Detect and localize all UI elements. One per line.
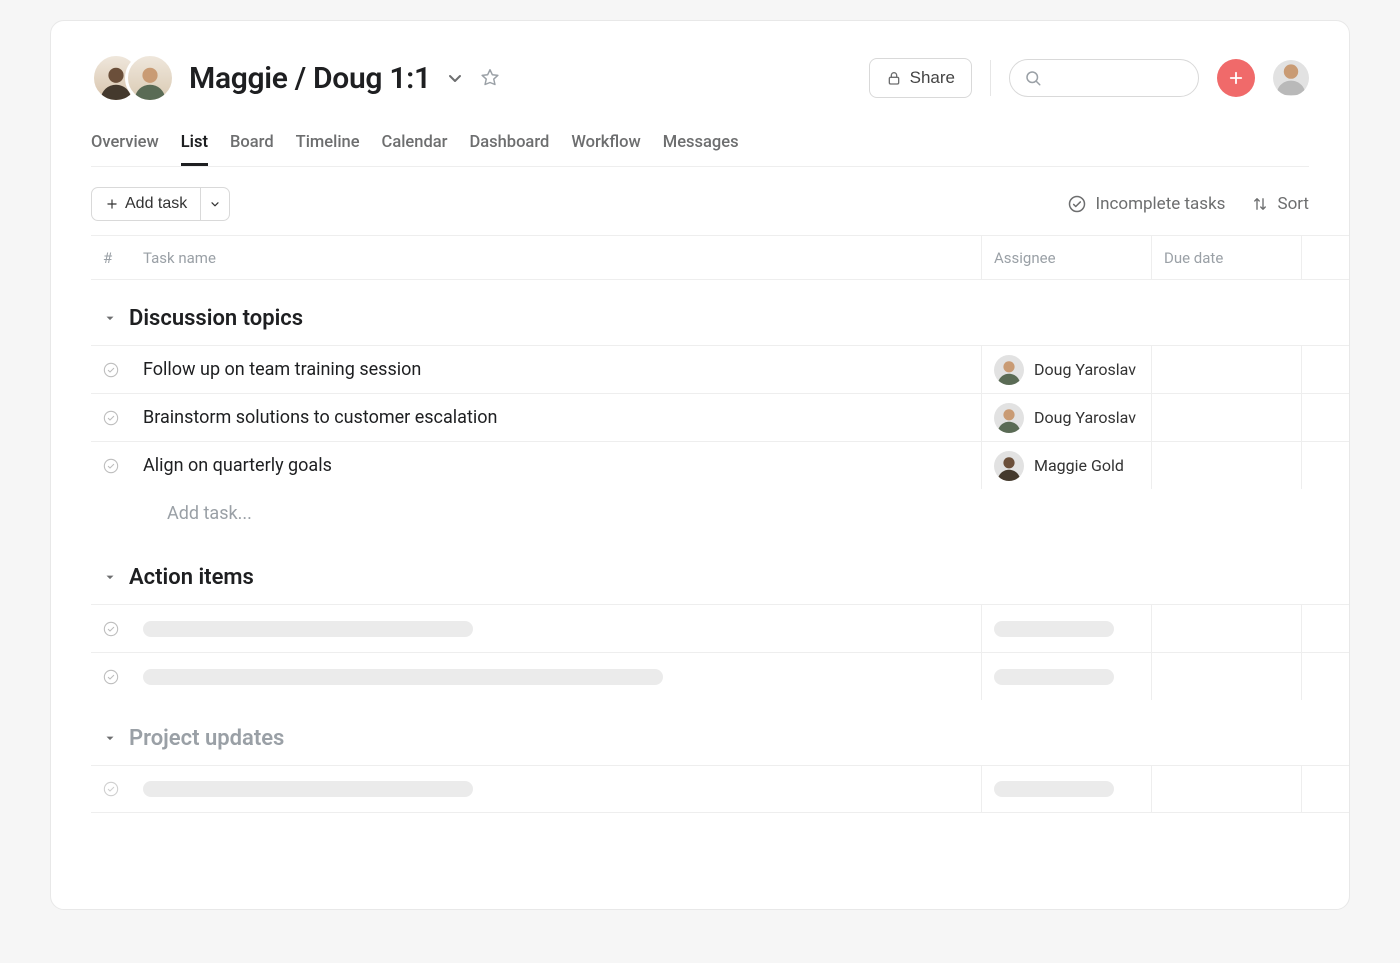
- due-date-cell: [1151, 766, 1301, 812]
- assignee-cell[interactable]: Maggie Gold: [981, 442, 1151, 489]
- project-tabs: Overview List Board Timeline Calendar Dashboa…: [91, 125, 1309, 167]
- tab-dashboard[interactable]: Dashboard: [469, 125, 549, 166]
- lock-icon: [886, 70, 902, 86]
- add-task-menu-button[interactable]: [201, 187, 230, 221]
- tab-overview[interactable]: Overview: [91, 125, 159, 166]
- assignee-avatar: [994, 451, 1024, 481]
- search-icon: [1024, 69, 1042, 87]
- task-grid: # Task name Assignee Due date Discussion…: [91, 235, 1349, 813]
- tab-calendar[interactable]: Calendar: [382, 125, 448, 166]
- col-add[interactable]: [1301, 236, 1349, 279]
- due-date-cell: [1151, 605, 1301, 652]
- row-extra-cell: [1301, 653, 1349, 700]
- header-top-row: Maggie / Doug 1:1 Share: [91, 53, 1309, 103]
- sort-icon: [1251, 195, 1269, 213]
- task-name-cell: [131, 605, 981, 652]
- add-task-button[interactable]: Add task: [91, 187, 201, 221]
- assignee-cell[interactable]: Doug Yaroslav: [981, 346, 1151, 393]
- search-input-container[interactable]: [1009, 59, 1199, 97]
- global-add-button[interactable]: [1217, 59, 1255, 97]
- header-separator: [990, 60, 991, 96]
- assignee-cell[interactable]: Doug Yaroslav: [981, 394, 1151, 441]
- task-name-cell: [131, 766, 981, 812]
- section-header[interactable]: Project updates: [91, 700, 1349, 765]
- row-extra-cell: [1301, 766, 1349, 812]
- share-button-label: Share: [910, 68, 955, 88]
- caret-down-icon: [103, 306, 117, 331]
- project-title[interactable]: Maggie / Doug 1:1: [189, 61, 431, 96]
- avatar-doug: [125, 53, 175, 103]
- sort-button[interactable]: Sort: [1251, 194, 1309, 214]
- complete-check[interactable]: [91, 653, 131, 700]
- assignee-cell: [981, 605, 1151, 652]
- task-row[interactable]: [91, 652, 1349, 700]
- caret-down-icon: [103, 726, 117, 751]
- task-name-cell[interactable]: Brainstorm solutions to customer escalat…: [131, 394, 981, 441]
- assignee-avatar: [994, 403, 1024, 433]
- task-name-cell[interactable]: Follow up on team training session: [131, 346, 981, 393]
- task-row[interactable]: [91, 604, 1349, 652]
- assignee-cell: [981, 766, 1151, 812]
- assignee-name: Doug Yaroslav: [1034, 360, 1136, 379]
- add-task-inline[interactable]: Add task...: [91, 489, 1349, 539]
- filter-label: Incomplete tasks: [1095, 194, 1225, 214]
- tab-timeline[interactable]: Timeline: [296, 125, 360, 166]
- assignee-name: Maggie Gold: [1034, 456, 1124, 475]
- complete-check[interactable]: [91, 346, 131, 393]
- complete-check[interactable]: [91, 442, 131, 489]
- project-member-avatars[interactable]: [91, 53, 175, 103]
- task-row[interactable]: Brainstorm solutions to customer escalat…: [91, 393, 1349, 441]
- row-extra-cell: [1301, 442, 1349, 489]
- due-date-cell[interactable]: [1151, 346, 1301, 393]
- col-due-date[interactable]: Due date: [1151, 236, 1301, 279]
- task-name-cell[interactable]: Align on quarterly goals: [131, 442, 981, 489]
- tab-messages[interactable]: Messages: [663, 125, 739, 166]
- col-task-name[interactable]: Task name: [131, 236, 981, 279]
- row-extra-cell: [1301, 346, 1349, 393]
- header-actions: Share: [869, 58, 1309, 98]
- app-frame: Maggie / Doug 1:1 Share: [50, 20, 1350, 910]
- section-header[interactable]: Discussion topics: [91, 280, 1349, 345]
- check-circle-icon: [1067, 194, 1087, 214]
- due-date-cell: [1151, 653, 1301, 700]
- complete-check[interactable]: [91, 766, 131, 812]
- list-toolbar: Add task Incomplete tasks Sort: [51, 167, 1349, 235]
- task-name-cell: [131, 653, 981, 700]
- col-number[interactable]: #: [91, 236, 131, 279]
- assignee-cell: [981, 653, 1151, 700]
- sort-label: Sort: [1277, 194, 1309, 214]
- caret-down-icon: [103, 565, 117, 590]
- complete-check[interactable]: [91, 394, 131, 441]
- section-title: Discussion topics: [129, 306, 303, 331]
- tab-workflow[interactable]: Workflow: [571, 125, 640, 166]
- due-date-cell[interactable]: [1151, 442, 1301, 489]
- project-header: Maggie / Doug 1:1 Share: [51, 21, 1349, 167]
- row-extra-cell: [1301, 394, 1349, 441]
- due-date-cell[interactable]: [1151, 394, 1301, 441]
- task-row[interactable]: Follow up on team training session Doug Y…: [91, 345, 1349, 393]
- section-title: Action items: [129, 565, 254, 590]
- share-button[interactable]: Share: [869, 58, 972, 98]
- tab-list[interactable]: List: [181, 125, 208, 166]
- current-user-avatar[interactable]: [1273, 60, 1309, 96]
- tab-board[interactable]: Board: [230, 125, 274, 166]
- task-row[interactable]: Align on quarterly goals Maggie Gold: [91, 441, 1349, 489]
- task-row[interactable]: [91, 765, 1349, 813]
- star-icon[interactable]: [479, 67, 501, 89]
- assignee-avatar: [994, 355, 1024, 385]
- project-menu-chevron-icon[interactable]: [445, 68, 465, 88]
- section-title: Project updates: [129, 726, 284, 751]
- grid-header-row: # Task name Assignee Due date: [91, 236, 1349, 280]
- complete-check[interactable]: [91, 605, 131, 652]
- row-extra-cell: [1301, 605, 1349, 652]
- col-assignee[interactable]: Assignee: [981, 236, 1151, 279]
- section-header[interactable]: Action items: [91, 539, 1349, 604]
- assignee-name: Doug Yaroslav: [1034, 408, 1136, 427]
- add-task-split-button: Add task: [91, 187, 230, 221]
- add-task-button-label: Add task: [125, 195, 187, 213]
- filter-incomplete-tasks[interactable]: Incomplete tasks: [1067, 194, 1225, 214]
- toolbar-right: Incomplete tasks Sort: [1067, 194, 1309, 214]
